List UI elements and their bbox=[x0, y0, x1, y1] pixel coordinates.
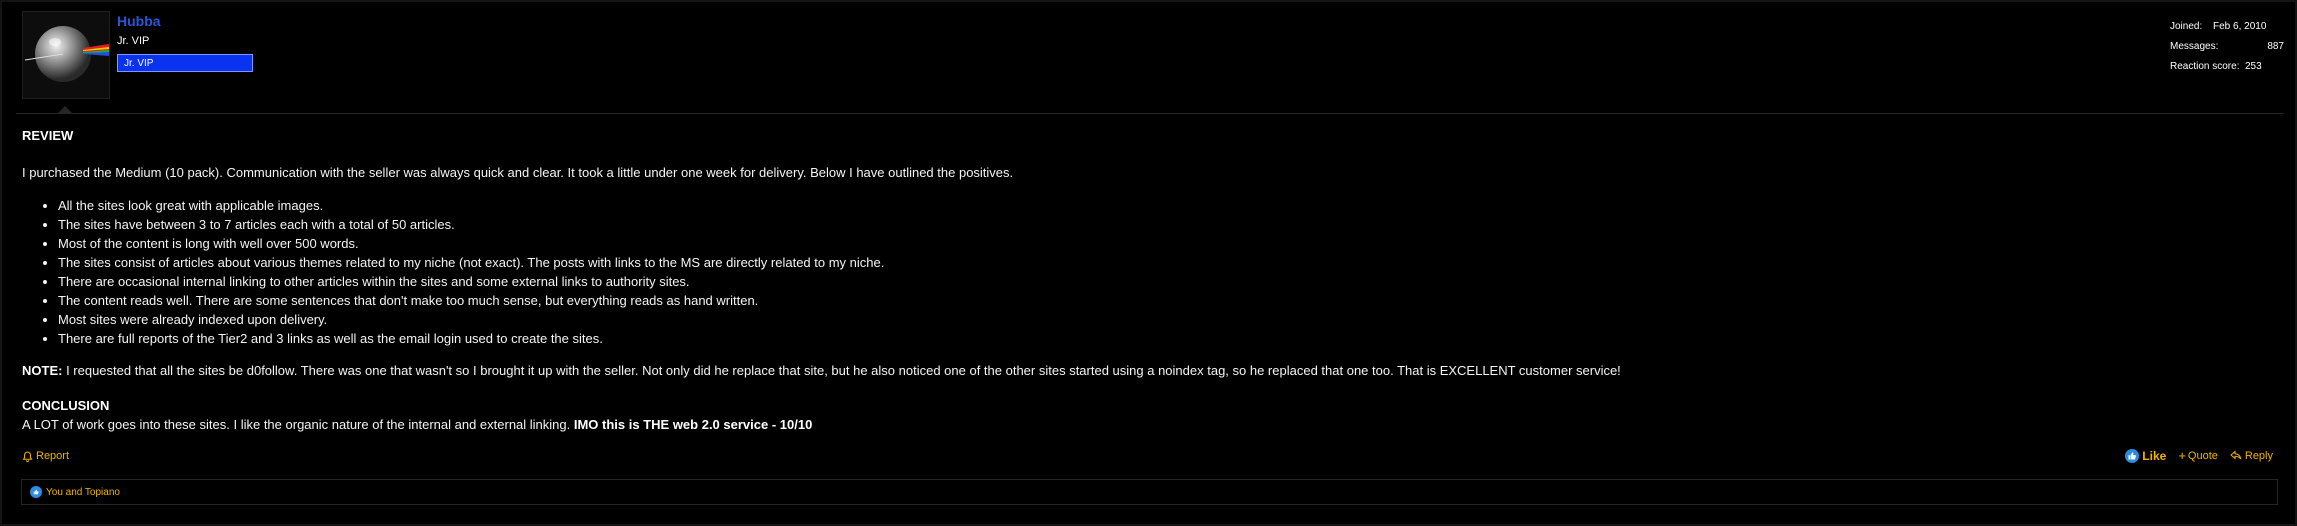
stat-joined: Joined: Feb 6, 2010 bbox=[2170, 17, 2284, 37]
positives-list: All the sites look great with applicable… bbox=[22, 196, 2272, 348]
stat-messages: Messages: 887 bbox=[2170, 37, 2284, 57]
stat-joined-value: Feb 6, 2010 bbox=[2213, 21, 2267, 32]
conclusion-verdict: IMO this is THE web 2.0 service - 10/10 bbox=[573, 417, 813, 432]
user-info: Hubba Jr. VIP Jr. VIP bbox=[117, 13, 253, 72]
stat-joined-label: Joined: bbox=[2170, 21, 2203, 32]
note-label: NOTE: bbox=[22, 363, 63, 378]
quote-button[interactable]: + Quote bbox=[2178, 448, 2218, 463]
list-item: The sites have between 3 to 7 articles e… bbox=[58, 215, 2272, 234]
stat-reaction-label: Reaction score: bbox=[2170, 61, 2240, 72]
intro-paragraph: I purchased the Medium (10 pack). Commun… bbox=[22, 165, 1014, 180]
review-heading: REVIEW bbox=[22, 128, 74, 143]
avatar[interactable] bbox=[22, 11, 110, 99]
post-actions: Like + Quote Reply bbox=[2113, 448, 2273, 463]
quote-label: Quote bbox=[2187, 449, 2218, 462]
reply-button[interactable]: Reply bbox=[2230, 450, 2273, 462]
post-container: Hubba Jr. VIP Jr. VIP Joined: Feb 6, 201… bbox=[0, 0, 2297, 526]
thumbs-up-icon bbox=[2125, 448, 2140, 463]
list-item: There are occasional internal linking to… bbox=[58, 272, 2272, 291]
list-item: The sites consist of articles about vari… bbox=[58, 253, 2272, 272]
report-label: Report bbox=[36, 450, 70, 462]
stat-reaction: Reaction score: 253 bbox=[2170, 57, 2284, 77]
conclusion-text: A LOT of work goes into these sites. I l… bbox=[22, 417, 574, 432]
conclusion-paragraph: A LOT of work goes into these sites. I l… bbox=[22, 415, 2272, 434]
list-item: All the sites look great with applicable… bbox=[58, 196, 2272, 215]
reply-label: Reply bbox=[2244, 449, 2273, 462]
stat-reaction-value: 253 bbox=[2245, 61, 2262, 72]
username-link[interactable]: Hubba bbox=[117, 13, 253, 30]
reactions-users[interactable]: You and Topiano bbox=[46, 487, 120, 498]
like-label: Like bbox=[2142, 448, 2167, 463]
post-body: REVIEW I purchased the Medium (10 pack).… bbox=[22, 126, 2272, 434]
header-divider bbox=[16, 113, 2284, 114]
user-stats: Joined: Feb 6, 2010 Messages: 887 Reacti… bbox=[2170, 17, 2284, 77]
stat-messages-value[interactable]: 887 bbox=[2230, 37, 2284, 57]
note-text: I requested that all the sites be d0foll… bbox=[62, 363, 1621, 378]
stat-messages-label: Messages: bbox=[2170, 41, 2219, 52]
list-item: There are full reports of the Tier2 and … bbox=[58, 329, 2272, 348]
note-paragraph: NOTE: I requested that all the sites be … bbox=[22, 361, 2272, 380]
avatar-image bbox=[23, 12, 109, 98]
conclusion-heading: CONCLUSION bbox=[22, 398, 110, 413]
report-button[interactable]: Report bbox=[22, 450, 69, 462]
reply-arrow-icon bbox=[2230, 450, 2242, 460]
like-reaction-icon bbox=[30, 486, 42, 498]
list-item: The content reads well. There are some s… bbox=[58, 291, 2272, 310]
reactions-bar[interactable]: You and Topiano bbox=[21, 479, 2278, 505]
plus-icon: + bbox=[2178, 448, 2186, 463]
user-title: Jr. VIP bbox=[117, 35, 150, 47]
list-item: Most sites were already indexed upon del… bbox=[58, 310, 2272, 329]
list-item: Most of the content is long with well ov… bbox=[58, 234, 2272, 253]
user-banner: Jr. VIP bbox=[117, 54, 253, 72]
bell-icon bbox=[22, 451, 33, 462]
like-button[interactable]: Like bbox=[2125, 448, 2167, 463]
